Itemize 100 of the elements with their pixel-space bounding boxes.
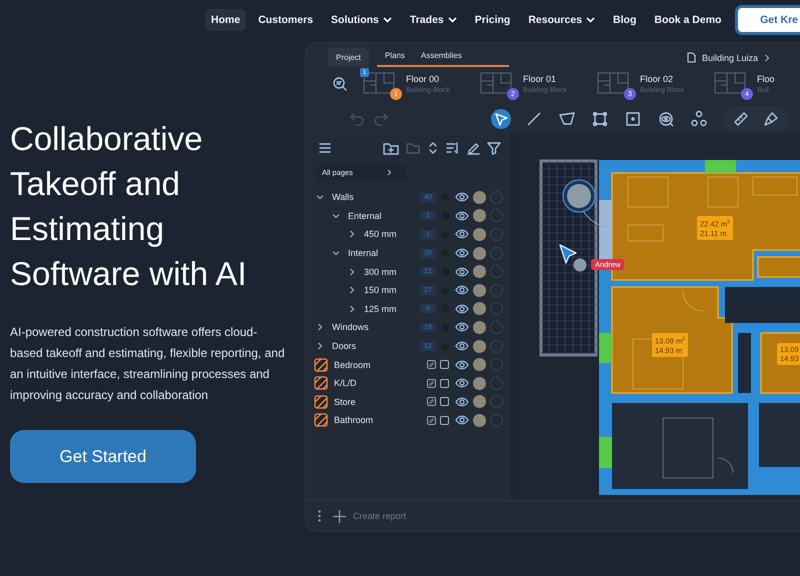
zoom-search-icon[interactable] xyxy=(332,76,348,92)
room-area[interactable] xyxy=(611,286,733,394)
crop-tool-button[interactable] xyxy=(590,109,610,129)
floor-title: Floor 02 xyxy=(640,74,674,84)
visibility-eye-icon[interactable] xyxy=(455,229,469,240)
pencil-icon[interactable] xyxy=(466,141,480,155)
tree-item-label[interactable]: Doors xyxy=(332,341,356,352)
nodes-button[interactable] xyxy=(689,109,709,129)
visibility-eye-icon[interactable] xyxy=(455,210,469,221)
furniture-drawing xyxy=(662,418,734,478)
expand-icon[interactable] xyxy=(427,141,439,155)
chevron-icon[interactable] xyxy=(348,268,356,276)
tree-item-label[interactable]: 450 mm xyxy=(364,229,397,240)
visibility-eye-icon[interactable] xyxy=(455,322,469,332)
visibility-eye-icon[interactable] xyxy=(455,396,469,407)
connector-line xyxy=(582,210,608,228)
view-tab[interactable]: Assemblies xyxy=(412,46,470,65)
nav-link[interactable]: Trades xyxy=(404,9,463,31)
visibility-eye-icon[interactable] xyxy=(455,304,469,314)
door xyxy=(599,200,612,260)
hatched-area-icon xyxy=(314,413,328,428)
nav-link[interactable]: Home xyxy=(205,9,246,31)
sort-icon[interactable] xyxy=(446,141,459,155)
chevron-right-icon[interactable] xyxy=(764,54,770,62)
tree-item-label[interactable]: Internal xyxy=(348,248,378,258)
room xyxy=(738,333,751,393)
user-avatar xyxy=(473,395,486,408)
room xyxy=(759,403,800,467)
area-item-label[interactable]: K/L/D xyxy=(334,378,357,388)
user-avatar xyxy=(473,320,486,334)
tree-item-label[interactable]: 300 mm xyxy=(364,266,397,277)
breadcrumb-link[interactable]: Building Luiza xyxy=(702,52,758,62)
nav-link[interactable]: Solutions xyxy=(325,9,398,31)
menu-icon[interactable] xyxy=(318,141,332,155)
pattern-icon[interactable] xyxy=(427,397,436,406)
pattern-icon[interactable] xyxy=(427,416,436,425)
user-avatar xyxy=(473,228,486,241)
hatched-area-icon xyxy=(314,394,328,409)
get-started-button[interactable]: Get Kre xyxy=(735,5,800,35)
pattern-icon[interactable] xyxy=(427,360,436,370)
chevron-icon[interactable] xyxy=(316,193,324,202)
floor-title: Floor 01 xyxy=(523,74,558,84)
visibility-eye-icon[interactable] xyxy=(455,192,469,202)
nav-link[interactable]: Customers xyxy=(252,9,320,31)
user-avatar xyxy=(473,190,486,204)
chevron-down-icon xyxy=(382,17,392,23)
visibility-eye-icon[interactable] xyxy=(455,360,469,370)
checkbox-icon[interactable] xyxy=(440,416,449,425)
chevron-icon[interactable] xyxy=(316,323,324,332)
hero-heading: Collaborative Takeoff and Estimating Software with AI xyxy=(10,119,248,294)
nav-link[interactable]: Blog xyxy=(607,9,642,31)
folder-plus-icon[interactable] xyxy=(383,140,399,156)
chevron-icon[interactable] xyxy=(316,342,324,350)
view-tab[interactable]: Plans xyxy=(376,46,413,65)
visibility-eye-icon[interactable] xyxy=(455,266,469,277)
visibility-eye-icon[interactable] xyxy=(455,285,469,296)
area-item-label[interactable]: Bathroom xyxy=(334,415,374,426)
cursor-icon xyxy=(559,244,577,264)
tree-item-label[interactable]: 150 mm xyxy=(364,285,397,296)
checkbox-icon[interactable] xyxy=(440,378,449,388)
checkbox-icon[interactable] xyxy=(440,397,449,406)
chevron-icon[interactable] xyxy=(332,249,340,258)
tree-item-label[interactable]: Windows xyxy=(332,322,369,332)
tree-item-label[interactable]: Walls xyxy=(332,192,354,202)
chevron-down-icon xyxy=(448,17,457,23)
user-avatar xyxy=(574,258,586,272)
tree-item-label[interactable]: Enternal xyxy=(348,210,382,221)
nav-link[interactable]: Pricing xyxy=(468,9,516,31)
window xyxy=(599,333,612,363)
user-avatar xyxy=(473,265,486,278)
select-tool-button[interactable] xyxy=(491,109,511,129)
tree-item-label[interactable]: 125 mm xyxy=(364,304,397,314)
checkbox-icon[interactable] xyxy=(440,360,449,370)
project-tab[interactable]: Project xyxy=(328,48,369,67)
visibility-eye-icon[interactable] xyxy=(455,415,469,426)
user-avatar xyxy=(473,302,486,316)
area-item-label[interactable]: Store xyxy=(334,396,356,407)
user-avatar xyxy=(473,246,486,260)
chevron-icon[interactable] xyxy=(332,212,340,220)
visibility-eye-icon[interactable] xyxy=(455,248,469,258)
nav-link[interactable]: Resources xyxy=(522,9,602,31)
document-icon xyxy=(686,52,696,63)
user-avatar xyxy=(562,179,596,213)
hero-description: AI-powered construction software offers cloud-based takeoff and estimating, flexible reporting, and an intuitive interface, streamlining processes and improving accuracy and collaboration xyxy=(10,324,286,404)
visibility-eye-icon[interactable] xyxy=(455,378,469,388)
visibility-eye-icon[interactable] xyxy=(455,341,469,352)
nav-link[interactable]: Book a Demo xyxy=(648,9,728,31)
chevron-icon[interactable] xyxy=(348,230,356,238)
more-options-icon[interactable] xyxy=(318,510,321,522)
filter-icon[interactable] xyxy=(487,141,501,155)
get-started-button[interactable]: Get Started xyxy=(10,430,196,483)
chevron-down-icon xyxy=(586,17,596,23)
floor-title: Floor 00 xyxy=(406,74,440,84)
user-avatar xyxy=(473,376,486,390)
chevron-icon[interactable] xyxy=(348,286,356,294)
user-avatar xyxy=(473,209,486,222)
area-item-label[interactable]: Bedroom xyxy=(334,360,371,370)
chevron-icon[interactable] xyxy=(348,304,356,313)
window xyxy=(599,437,612,468)
pattern-icon[interactable] xyxy=(427,378,436,388)
